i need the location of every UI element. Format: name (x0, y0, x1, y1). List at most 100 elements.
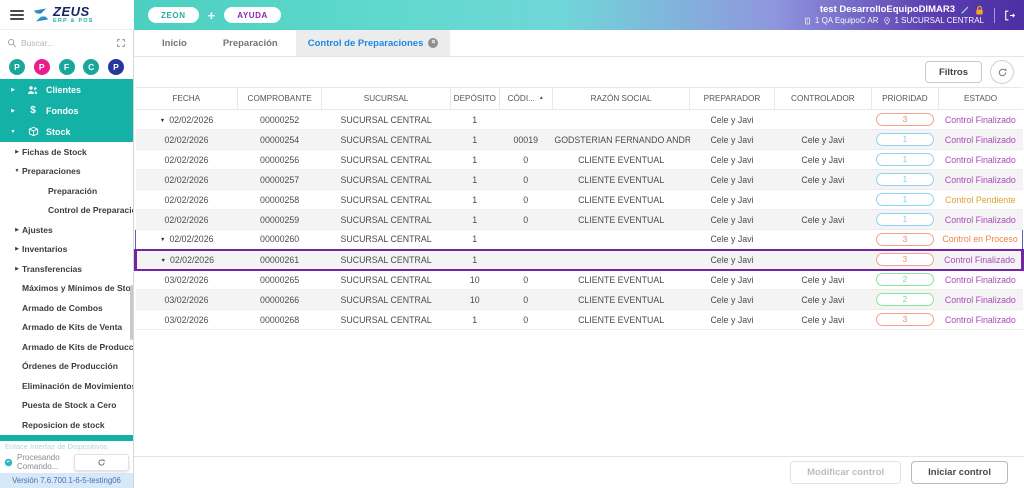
expand-icon[interactable] (116, 38, 126, 48)
zeus-logo: ZEUS ERP & POS (32, 5, 94, 25)
user-company: 1 QA EquipoC AR (814, 15, 879, 25)
column-header-sucursal[interactable]: SUCURSAL (321, 87, 451, 110)
refresh-button[interactable] (990, 60, 1014, 84)
cell-sucursal: SUCURSAL CENTRAL (321, 269, 451, 290)
priority-badge: 3 (875, 113, 934, 126)
expand-row-icon[interactable]: ▼ (160, 118, 165, 124)
table-row-00000268[interactable]: 03/02/2026 00000268 SUCURSAL CENTRAL 1 0 CLIE… (135, 309, 1023, 330)
cell-comprobante: 00000252 (237, 109, 322, 130)
sidebar-item-control-de-preparaciones[interactable]: Control de Preparaciones (0, 201, 133, 221)
logo-brand-text: ZEUS (53, 3, 90, 19)
table-row-00000257[interactable]: 02/02/2026 00000257 SUCURSAL CENTRAL 1 0 CLIE… (135, 169, 1023, 190)
cell-estado: Control Finalizado (938, 289, 1023, 310)
cell-sucursal: SUCURSAL CENTRAL (321, 149, 451, 170)
expand-row-icon[interactable]: ▼ (161, 258, 166, 264)
table-row-00000266[interactable]: 03/02/2026 00000266 SUCURSAL CENTRAL 10 0 CLI… (135, 289, 1023, 310)
expand-row-icon[interactable]: ▼ (160, 237, 165, 243)
favorite-shortcut-p-0[interactable]: P (9, 59, 25, 75)
column-header-controlador[interactable]: CONTROLADOR (774, 87, 873, 110)
cell-deposito: 1 (450, 309, 500, 330)
sidebar-item-maximos-y-minimos-de-stock[interactable]: Máximos y Mínimos de Stock (0, 279, 133, 299)
modificar-control-button[interactable]: Modificar control (790, 461, 902, 484)
sidebar-item-ajustes[interactable]: ▶ Ajustes (0, 220, 133, 240)
zeon-button[interactable]: ZEON (148, 7, 199, 23)
sidebar-item-fondos[interactable]: ▶ $ Fondos (0, 100, 133, 121)
chevron-right-icon: ▶ (15, 226, 19, 233)
table-row-00000258[interactable]: 02/02/2026 00000258 SUCURSAL CENTRAL 1 0 CLIE… (135, 189, 1023, 210)
sidebar-item-inventarios[interactable]: ▶ Inventarios (0, 240, 133, 260)
cell-preparador: Cele y Javi (689, 269, 775, 290)
sidebar-item-stock[interactable]: ▼ Stock (0, 121, 133, 142)
close-tab-icon[interactable]: × (428, 38, 439, 48)
column-header-razon-social[interactable]: RAZÓN SOCIAL (552, 87, 691, 110)
command-refresh-button[interactable] (74, 453, 129, 471)
favorite-shortcut-p-4[interactable]: P (108, 59, 124, 75)
cell-prioridad: 3 (871, 229, 939, 250)
column-header-comprobante[interactable]: COMPROBANTE (237, 87, 323, 110)
table-row-00000256[interactable]: 02/02/2026 00000256 SUCURSAL CENTRAL 1 0 CLIE… (135, 149, 1023, 170)
cell-fecha: 02/02/2026 (135, 149, 238, 170)
table-row-00000265[interactable]: 03/02/2026 00000265 SUCURSAL CENTRAL 10 0 CLI… (135, 269, 1023, 290)
cell-codigo: 0 (499, 289, 553, 310)
table-row-00000252[interactable]: ▼ 02/02/2026 00000252 SUCURSAL CENTRAL 1 Cele… (135, 109, 1023, 130)
sidebar-item-armado-de-kits-de-produccion[interactable]: Armado de Kits de Producción (0, 337, 133, 357)
table-row-00000259[interactable]: 02/02/2026 00000259 SUCURSAL CENTRAL 1 0 CLIE… (135, 209, 1023, 230)
favorite-shortcut-f-2[interactable]: F (58, 59, 75, 75)
iniciar-control-button[interactable]: Iniciar control (911, 461, 1008, 484)
search-input[interactable] (21, 37, 112, 48)
tab-label: Control de Preparaciones (307, 37, 424, 49)
column-header-prioridad[interactable]: PRIORIDAD (871, 87, 939, 110)
edit-pencil-icon[interactable] (960, 5, 970, 15)
sidebar-item-ordenes-de-produccion[interactable]: Órdenes de Producción (0, 357, 133, 377)
cell-preparador: Cele y Javi (689, 209, 775, 230)
cell-comprobante: 00000256 (237, 149, 322, 170)
favorite-shortcut-p-1[interactable]: P (33, 59, 50, 75)
sidebar-item-armado-de-kits-de-venta[interactable]: Armado de Kits de Venta (0, 318, 133, 338)
sidebar-item-preparacion[interactable]: Preparación (0, 181, 133, 201)
column-header-preparador[interactable]: PREPARADOR (689, 87, 775, 110)
table-row-00000260[interactable]: ▼ 02/02/2026 00000260 SUCURSAL CENTRAL 1 Cele… (135, 229, 1024, 250)
table-row-00000261[interactable]: ▼ 02/02/2026 00000261 SUCURSAL CENTRAL 1 Cele… (134, 248, 1024, 271)
ayuda-button[interactable]: AYUDA (224, 7, 281, 23)
add-module-button[interactable]: + (208, 9, 216, 22)
chevron-down-icon: ▼ (10, 128, 16, 135)
sidebar-item-armado-de-combos[interactable]: Armado de Combos (0, 298, 133, 318)
cell-razon-social (552, 109, 690, 130)
sidebar-item-preparaciones[interactable]: ▼ Preparaciones (0, 162, 133, 182)
sidebar-item-puesta-de-stock-a-cero[interactable]: Puesta de Stock a Cero (0, 396, 133, 416)
sidebar-item-fichas-de-stock[interactable]: ▶ Fichas de Stock (0, 142, 133, 162)
main-area: Inicio Preparación Control de Preparacione… (134, 30, 1024, 488)
status-label: Control Finalizado (944, 214, 1016, 225)
sidebar-item-transferencias[interactable]: ▶ Transferencias (0, 259, 133, 279)
tab-inicio[interactable]: Inicio (144, 30, 205, 56)
cell-comprobante: 00000265 (237, 269, 322, 290)
column-header-codi[interactable]: CÓDI... ▲ (499, 87, 553, 110)
table-row-00000254[interactable]: 02/02/2026 00000254 SUCURSAL CENTRAL 1 00019… (135, 129, 1023, 150)
table-toolbar: Filtros (134, 57, 1024, 87)
cell-fecha: ▼ 02/02/2026 (135, 229, 238, 250)
tab-control-de-preparaciones[interactable]: Control de Preparaciones × (295, 30, 451, 56)
cell-estado: Control Finalizado (938, 269, 1023, 290)
sidebar-item-label: Clientes (46, 84, 82, 95)
cell-estado: Control Finalizado (938, 149, 1023, 170)
cell-razon-social: CLIENTE EVENTUAL (552, 209, 690, 230)
sidebar-item-reposicion-de-stock[interactable]: Reposicion de stock (0, 415, 133, 435)
sidebar-item-eliminacion-de-movimientos[interactable]: Eliminación de Movimientos (0, 376, 133, 396)
tab-preparacion[interactable]: Preparación (205, 30, 296, 56)
column-header-fecha[interactable]: FECHA (135, 87, 238, 110)
sidebar-item-clientes[interactable]: ▶ Clientes (0, 79, 133, 100)
favorite-shortcut-c-3[interactable]: C (83, 59, 100, 75)
cell-fecha: ▼ 02/02/2026 (134, 248, 238, 271)
sidebar-item-label: Ajustes (22, 224, 53, 235)
filters-button[interactable]: Filtros (924, 61, 982, 83)
menu-toggle-icon[interactable] (10, 9, 24, 20)
sidebar-scrollbar[interactable] (130, 285, 133, 340)
lock-icon[interactable] (975, 5, 984, 16)
cell-controlador: Cele y Javi (774, 309, 872, 330)
zeus-erp-app: ZEUS ERP & POS ZEON + AYUDA test Desarro… (0, 0, 1024, 488)
column-header-estado[interactable]: ESTADO (938, 87, 1023, 110)
priority-badge: 2 (875, 293, 934, 306)
column-header-deposito[interactable]: DEPÓSITO (450, 87, 500, 110)
column-header-label: COMPROBANTE (247, 94, 312, 103)
logout-button[interactable] (1003, 9, 1016, 22)
